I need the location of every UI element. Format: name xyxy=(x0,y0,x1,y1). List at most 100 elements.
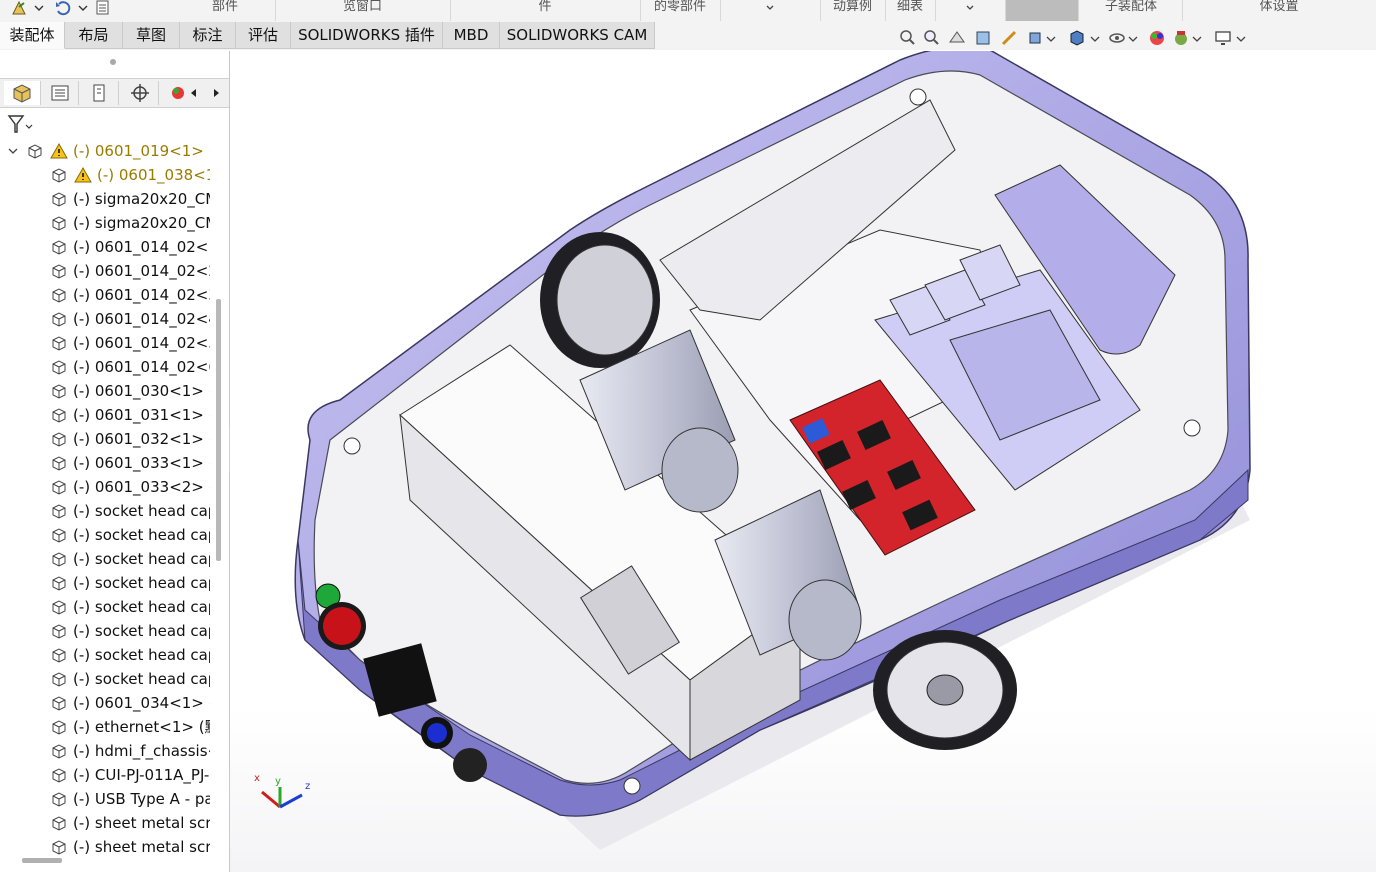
tree-item[interactable]: (-) socket head cap xyxy=(0,547,210,571)
chevron-left-icon[interactable] xyxy=(184,83,204,103)
tab-property-manager[interactable] xyxy=(42,81,79,105)
options-icon[interactable] xyxy=(94,0,112,16)
tree-item[interactable]: (-) socket head cap xyxy=(0,499,210,523)
tab-sketch[interactable]: 草图 xyxy=(123,22,180,49)
tree-item[interactable]: (-) 0601_033<2> (默 xyxy=(0,475,210,499)
tree-item[interactable]: (-) 0601_014_02<1 xyxy=(0,235,210,259)
tab-markup[interactable]: 标注 xyxy=(180,22,236,49)
toolbar-cell[interactable]: 件 xyxy=(450,0,641,21)
chevron-down-icon[interactable] xyxy=(6,142,20,160)
toolbar-cell[interactable]: 部件 xyxy=(175,0,276,21)
tree-item-label: (-) socket head cap xyxy=(73,550,210,568)
edit-appearance-icon[interactable] xyxy=(1148,28,1166,48)
chevron-down-icon[interactable] xyxy=(1188,28,1206,48)
tree-scrollbar-vertical[interactable] xyxy=(216,299,221,561)
part-icon xyxy=(52,480,66,495)
chevron-down-icon[interactable] xyxy=(74,0,92,16)
tree-item[interactable]: (-) 0601_032<1> (默 xyxy=(0,427,210,451)
tree-item-label: (-) socket head cap xyxy=(73,670,210,688)
tree-item[interactable]: (-) sheet metal scre xyxy=(0,811,210,835)
toolbar-cell[interactable]: 体设置 xyxy=(1182,0,1376,21)
tree-item[interactable]: (-) CUI-PJ-011A_PJ- xyxy=(0,763,210,787)
section-view-icon[interactable] xyxy=(974,28,992,48)
undo-icon[interactable] xyxy=(54,0,72,16)
tree-item[interactable]: (-) 0601_034<1> (默 xyxy=(0,691,210,715)
toolbar-cell[interactable] xyxy=(720,0,821,21)
toolbar-cell[interactable]: 览窗口 xyxy=(275,0,451,21)
toolbar-swatch[interactable] xyxy=(1006,0,1079,21)
tree-item[interactable]: (-) socket head cap xyxy=(0,619,210,643)
chevron-right-icon[interactable] xyxy=(206,83,226,103)
crosshair-icon xyxy=(131,84,149,102)
tree-item[interactable]: (-) sigma20x20_CM xyxy=(0,187,210,211)
view-settings-icon[interactable] xyxy=(1214,28,1232,48)
toolbar-cell[interactable]: 子装配体 xyxy=(1080,0,1183,21)
tab-display-manager[interactable] xyxy=(162,81,184,105)
chevron-down-icon[interactable] xyxy=(1042,28,1060,48)
toolbar-cell[interactable]: 动算例 xyxy=(820,0,886,21)
tree-item[interactable]: (-) socket head cap xyxy=(0,595,210,619)
tab-assembly[interactable]: 装配体 xyxy=(0,22,65,49)
insert-components-icon[interactable] xyxy=(10,0,28,16)
tab-solidworks-cam[interactable]: SOLIDWORKS CAM xyxy=(500,22,655,49)
tree-item[interactable]: (-) 0601_014_02<5 xyxy=(0,331,210,355)
part-icon xyxy=(52,696,66,711)
toolbar-cell[interactable] xyxy=(935,0,1006,21)
previous-view-icon[interactable] xyxy=(948,28,966,48)
tree-item[interactable]: (-) 0601_014_02<6 xyxy=(0,355,210,379)
tree-item[interactable]: (-) 0601_014_02<4 xyxy=(0,307,210,331)
tree-item[interactable]: (-) socket head cap xyxy=(0,667,210,691)
part-icon xyxy=(52,552,66,567)
chevron-down-icon[interactable] xyxy=(1124,28,1142,48)
feature-manager-panel: (-) 0601_019<1> (默 (-) 0601_038<1 (-) sigm… xyxy=(0,51,230,872)
chevron-down-icon[interactable] xyxy=(1086,28,1104,48)
tree-item-label: (-) 0601_014_02<2 xyxy=(73,262,210,280)
tab-configuration-manager[interactable] xyxy=(82,81,119,105)
tree-scrollbar-horizontal[interactable] xyxy=(22,858,62,863)
toolbar-cell[interactable]: 的零部件 xyxy=(640,0,721,21)
tab-layout[interactable]: 布局 xyxy=(65,22,123,49)
tree-item[interactable]: (-) sigma20x20_CM xyxy=(0,211,210,235)
tree-item[interactable]: (-) 0601_019<1> (默 xyxy=(0,139,210,163)
tree-item[interactable]: (-) 0601_014_02<3 xyxy=(0,283,210,307)
tree-item-label: (-) 0601_019<1> (默 xyxy=(73,142,210,160)
panel-grip[interactable] xyxy=(110,59,116,65)
tab-dimxpert-manager[interactable] xyxy=(122,81,159,105)
tree-item[interactable]: (-) ethernet<1> (默 xyxy=(0,715,210,739)
tree-item-label: (-) 0601_014_02<5 xyxy=(73,334,210,352)
tab-evaluate[interactable]: 评估 xyxy=(236,22,291,49)
tab-solidworks-addins[interactable]: SOLIDWORKS 插件 xyxy=(291,22,443,49)
tree-item[interactable]: (-) hdmi_f_chassis< xyxy=(0,739,210,763)
tab-feature-manager[interactable] xyxy=(4,81,41,105)
tree-item[interactable]: (-) 0601_014_02<2 xyxy=(0,259,210,283)
chevron-down-icon[interactable] xyxy=(1232,28,1250,48)
command-manager-strip: 部件 览窗口 件 的零部件 动算例 细表 子装配体 体设置 xyxy=(0,0,1376,23)
tree-item[interactable]: (-) 0601_033<1> (默 xyxy=(0,451,210,475)
dynamic-annotation-icon[interactable] xyxy=(1000,28,1018,48)
tree-item-label: (-) socket head cap xyxy=(73,646,210,664)
part-icon xyxy=(52,624,66,639)
tree-item[interactable]: (-) USB Type A - pa xyxy=(0,787,210,811)
tree-item[interactable]: (-) 0601_030<1> (默 xyxy=(0,379,210,403)
chevron-down-icon[interactable] xyxy=(30,0,48,16)
display-style-icon[interactable] xyxy=(1068,28,1086,48)
coordinate-triad: x y z xyxy=(254,773,310,809)
tree-item[interactable]: (-) socket head cap xyxy=(0,643,210,667)
zoom-to-fit-icon[interactable] xyxy=(898,28,916,48)
zoom-to-area-icon[interactable] xyxy=(922,28,940,48)
tree-item[interactable]: (-) sheet metal scre xyxy=(0,835,210,859)
tree-item[interactable]: (-) socket head cap xyxy=(0,571,210,595)
wheel-front-left xyxy=(540,232,660,368)
tab-mbd[interactable]: MBD xyxy=(443,22,500,49)
toolbar-cell[interactable]: 细表 xyxy=(885,0,936,21)
part-icon xyxy=(52,288,66,303)
tree-item[interactable]: (-) 0601_038<1 xyxy=(0,163,210,187)
graphics-area[interactable]: x y z xyxy=(230,51,1376,872)
tree-item[interactable]: (-) 0601_031<1> (默 xyxy=(0,403,210,427)
robot-chassis-model xyxy=(294,51,1251,850)
part-icon xyxy=(52,504,66,519)
tree-item[interactable]: (-) socket head cap xyxy=(0,523,210,547)
wheel-rear-right xyxy=(873,630,1017,750)
tree-item-label: (-) hdmi_f_chassis< xyxy=(73,742,210,760)
filter-icon[interactable] xyxy=(6,113,34,135)
